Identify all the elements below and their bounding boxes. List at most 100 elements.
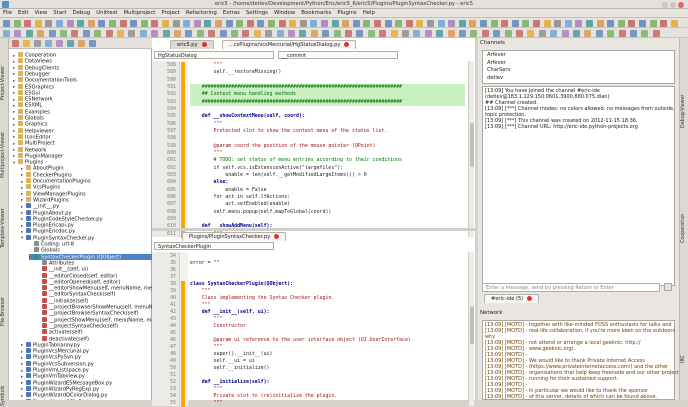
- toolbar-icon[interactable]: [265, 29, 273, 37]
- toolbar-icon[interactable]: [3, 29, 10, 37]
- code-line[interactable]: act.setEnabled(enable): [190, 201, 465, 208]
- code-line[interactable]: self.__ui = ui: [190, 358, 465, 365]
- toolbar-icon[interactable]: [652, 29, 660, 37]
- toolbar-icon[interactable]: [34, 19, 42, 27]
- toolbar-icon[interactable]: [140, 19, 148, 27]
- code-line[interactable]: """: [190, 288, 465, 295]
- toolbar-icon[interactable]: [128, 29, 136, 37]
- code-line[interactable]: enable = len(self.__getModifiedLargeItem…: [190, 172, 465, 179]
- toolbar-icon[interactable]: [45, 19, 53, 27]
- project-tab-icon[interactable]: [45, 39, 52, 47]
- tab-close-icon[interactable]: [527, 295, 533, 301]
- scrollbar-thumb[interactable]: [470, 305, 474, 345]
- code-line[interactable]: self.__restoreMissing(): [190, 69, 465, 76]
- toolbar-icon[interactable]: [48, 29, 56, 37]
- toolbar-icon[interactable]: [607, 19, 615, 27]
- toolbar-icon[interactable]: [427, 19, 434, 27]
- editor-tab[interactable]: ...csPlugins/vcsMercurial/HgStatusDialog…: [222, 40, 357, 49]
- toolbar-icon[interactable]: [257, 19, 265, 27]
- code-line[interactable]: error = "": [190, 260, 465, 267]
- toolbar-icon[interactable]: [405, 19, 413, 27]
- toolbar-icon[interactable]: [117, 29, 124, 37]
- code-line[interactable]: [190, 77, 465, 84]
- code-line[interactable]: """: [190, 121, 465, 128]
- toolbar-icon[interactable]: [538, 29, 546, 37]
- project-tab-icon[interactable]: [89, 39, 96, 47]
- editor-splitter[interactable]: [152, 228, 475, 231]
- toolbar-icon[interactable]: [236, 19, 244, 27]
- toolbar-icon[interactable]: [550, 29, 558, 37]
- toolbar-icon[interactable]: [527, 29, 535, 37]
- toolbar-icon[interactable]: [139, 29, 147, 37]
- toolbar-icon[interactable]: [352, 19, 360, 27]
- toolbar-icon[interactable]: [416, 19, 424, 27]
- toolbar-icon[interactable]: [390, 29, 398, 37]
- menu-view[interactable]: View: [31, 9, 50, 18]
- code-line[interactable]: [190, 274, 465, 281]
- code-line[interactable]: """: [190, 150, 465, 157]
- toolbar-icon[interactable]: [356, 29, 364, 37]
- minimize-button[interactable]: [662, 1, 668, 8]
- toolbar-icon[interactable]: [436, 29, 444, 37]
- toolbar-icon[interactable]: [618, 29, 626, 37]
- user-entry[interactable]: CharServ: [487, 67, 510, 73]
- toolbar-icon[interactable]: [105, 29, 113, 37]
- toolbar-icon[interactable]: [3, 19, 10, 27]
- toolbar-icon[interactable]: [564, 19, 572, 27]
- toolbar-icon[interactable]: [384, 19, 392, 27]
- toolbar-icon[interactable]: [246, 19, 254, 27]
- toolbar-icon[interactable]: [402, 29, 409, 37]
- toolbar-icon[interactable]: [231, 29, 238, 37]
- toolbar-icon[interactable]: [586, 19, 593, 27]
- toolbar-icon[interactable]: [321, 19, 328, 27]
- menu-window[interactable]: Window: [271, 9, 298, 18]
- code-line[interactable]: [190, 216, 465, 223]
- toolbar-icon[interactable]: [424, 29, 432, 37]
- menu-project[interactable]: Project: [158, 9, 182, 18]
- code-line[interactable]: [190, 330, 465, 337]
- toolbar-icon[interactable]: [14, 29, 22, 37]
- code-line[interactable]: [190, 372, 465, 379]
- toolbar-icon[interactable]: [268, 19, 275, 27]
- tab-close-icon[interactable]: [201, 41, 207, 47]
- toolbar-icon[interactable]: [331, 19, 339, 27]
- code-line[interactable]: self.menu.popup(self.mapToGlobal(coord)): [190, 209, 465, 216]
- toolbar-icon[interactable]: [630, 29, 637, 37]
- user-entry[interactable]: Arfever: [487, 52, 506, 58]
- toolbar-icon[interactable]: [299, 19, 307, 27]
- code-line[interactable]: [190, 106, 465, 113]
- project-tab-icon[interactable]: [12, 39, 19, 47]
- code-line[interactable]: enable = False: [190, 187, 465, 194]
- toolbar-icon[interactable]: [219, 29, 227, 37]
- menu-multiproject[interactable]: Multiproject: [121, 9, 159, 18]
- toolbar-icon[interactable]: [310, 19, 318, 27]
- toolbar-icon[interactable]: [641, 29, 649, 37]
- code-line[interactable]: [190, 135, 465, 142]
- tab-close-icon[interactable]: [344, 41, 350, 47]
- menu-edit[interactable]: Edit: [15, 9, 31, 18]
- code-line[interactable]: ########################################…: [190, 98, 465, 106]
- project-tab-icon[interactable]: [34, 39, 41, 47]
- code-line[interactable]: super().__init__(ui): [190, 351, 465, 358]
- tab-close-icon[interactable]: [274, 233, 280, 239]
- toolbar-icon[interactable]: [469, 19, 477, 27]
- toolbar-icon[interactable]: [501, 19, 509, 27]
- code-line[interactable]: ## Context menu handling methods: [190, 91, 465, 99]
- toolbar-icon[interactable]: [130, 19, 138, 27]
- menu-refactoring[interactable]: Refactoring: [183, 9, 220, 18]
- project-tree[interactable]: ▸ Cooperation ▸ DataViews ▸ DebugClients ▸ Debu…: [9, 52, 152, 400]
- toolbar-icon[interactable]: [575, 19, 583, 27]
- code-line[interactable]: @param ui reference to the user interfac…: [190, 337, 465, 344]
- menu-extras[interactable]: Extras: [220, 9, 243, 18]
- toolbar-icon[interactable]: [87, 19, 95, 27]
- class-combo[interactable]: SyntaxCheckerPlugin: [154, 242, 274, 250]
- menu-help[interactable]: Help: [360, 9, 378, 18]
- code-line[interactable]: Protected slot to show the context menu …: [190, 128, 465, 135]
- toolbar-icon[interactable]: [13, 19, 21, 27]
- code-line[interactable]: else:: [190, 179, 465, 186]
- menu-file[interactable]: File: [0, 9, 15, 18]
- code-line[interactable]: [190, 253, 465, 260]
- toolbar-icon[interactable]: [470, 29, 478, 37]
- toolbar-icon[interactable]: [56, 19, 63, 27]
- toolbar-icon[interactable]: [183, 19, 191, 27]
